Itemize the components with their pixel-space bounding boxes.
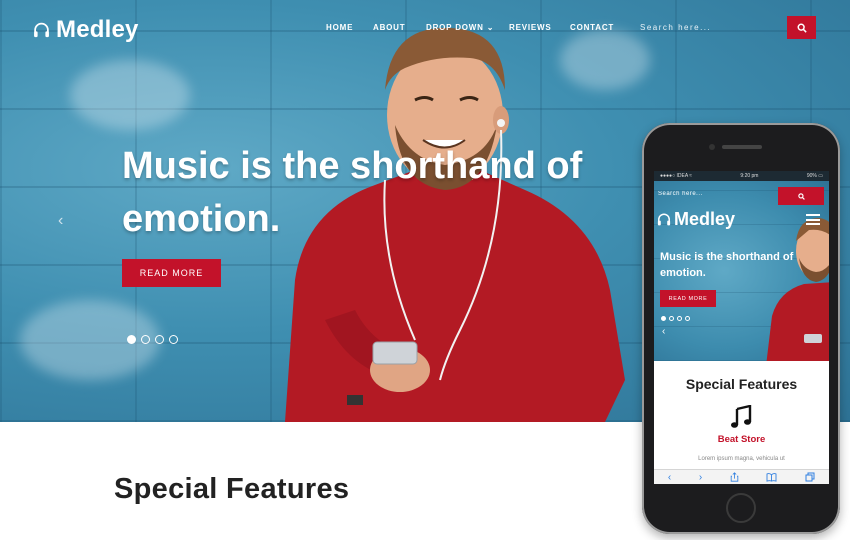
headphones-icon (34, 22, 49, 38)
nav-reviews[interactable]: REVIEWS (509, 23, 552, 32)
mobile-brand-logo[interactable]: Medley (657, 209, 735, 230)
status-time: 9:20 pm (740, 173, 759, 179)
carousel-dot[interactable] (685, 316, 690, 321)
nav-home[interactable]: HOME (326, 23, 353, 32)
mobile-carousel-prev-arrow-icon[interactable]: ‹ (662, 326, 665, 337)
camera-icon (709, 144, 715, 150)
carousel-dot[interactable] (141, 335, 150, 344)
carousel-dot[interactable] (677, 316, 682, 321)
phone-screen: ●●●●○ IDEA ≈ 9:20 pm 90% ▭ Search here..… (654, 171, 829, 484)
mobile-hero-banner: Medley Music is the shorthand of emotion… (654, 181, 829, 361)
tabs-icon[interactable] (805, 472, 815, 482)
mobile-carousel-dots (661, 316, 690, 321)
back-icon[interactable]: ‹ (668, 472, 671, 483)
mobile-hero-person-image (766, 218, 829, 361)
share-icon[interactable] (730, 472, 739, 482)
browser-toolbar: ‹ › (654, 469, 829, 484)
carousel-dot[interactable] (169, 335, 178, 344)
brand-name: Medley (56, 16, 139, 43)
nav-about[interactable]: ABOUT (373, 23, 405, 32)
search-icon (797, 192, 805, 200)
carousel-dot[interactable] (155, 335, 164, 344)
feature-text: Lorem ipsum magna, vehicula ut (698, 456, 785, 462)
battery-status: 90% ▭ (806, 173, 823, 179)
phone-mockup: ●●●●○ IDEA ≈ 9:20 pm 90% ▭ Search here..… (642, 123, 840, 534)
search-button[interactable] (787, 16, 816, 39)
special-features-heading: Special Features (114, 473, 350, 505)
speaker-grille (722, 145, 762, 149)
carousel-dots (127, 335, 178, 344)
hero-headline: Music is the shorthand of emotion. (122, 145, 583, 240)
forward-icon[interactable]: › (699, 472, 702, 483)
mobile-special-features-heading: Special Features (685, 376, 798, 392)
bookmarks-icon[interactable] (766, 472, 777, 482)
hamburger-menu-icon[interactable] (806, 214, 820, 225)
nav-drop-down[interactable]: DROP DOWN ⌄ (426, 23, 494, 32)
carrier-signal: ●●●●○ IDEA ≈ (660, 173, 693, 179)
carousel-dot[interactable] (661, 316, 666, 321)
carousel-dot[interactable] (669, 316, 674, 321)
headphones-icon (657, 213, 671, 226)
mobile-read-more-button[interactable]: READ MORE (660, 290, 716, 307)
status-bar: ●●●●○ IDEA ≈ 9:20 pm 90% ▭ (654, 171, 829, 181)
wall-texture (70, 60, 190, 130)
mobile-brand-name: Medley (674, 209, 736, 229)
mobile-search-button[interactable] (778, 187, 824, 205)
nav-contact[interactable]: CONTACT (570, 23, 614, 32)
search-input[interactable] (640, 17, 780, 37)
phone-home-button[interactable] (726, 493, 756, 523)
brand-logo[interactable]: Medley (33, 16, 139, 44)
search-icon (797, 23, 807, 33)
mobile-search-input[interactable] (658, 187, 776, 201)
carousel-prev-arrow-icon[interactable]: ‹ (58, 212, 63, 230)
read-more-button[interactable]: READ MORE (122, 259, 221, 287)
mobile-hero-headline: Music is the shorthand of emotion. (660, 251, 794, 279)
feature-title: Beat Store (717, 434, 766, 445)
carousel-dot[interactable] (127, 335, 136, 344)
music-note-icon (731, 405, 752, 428)
